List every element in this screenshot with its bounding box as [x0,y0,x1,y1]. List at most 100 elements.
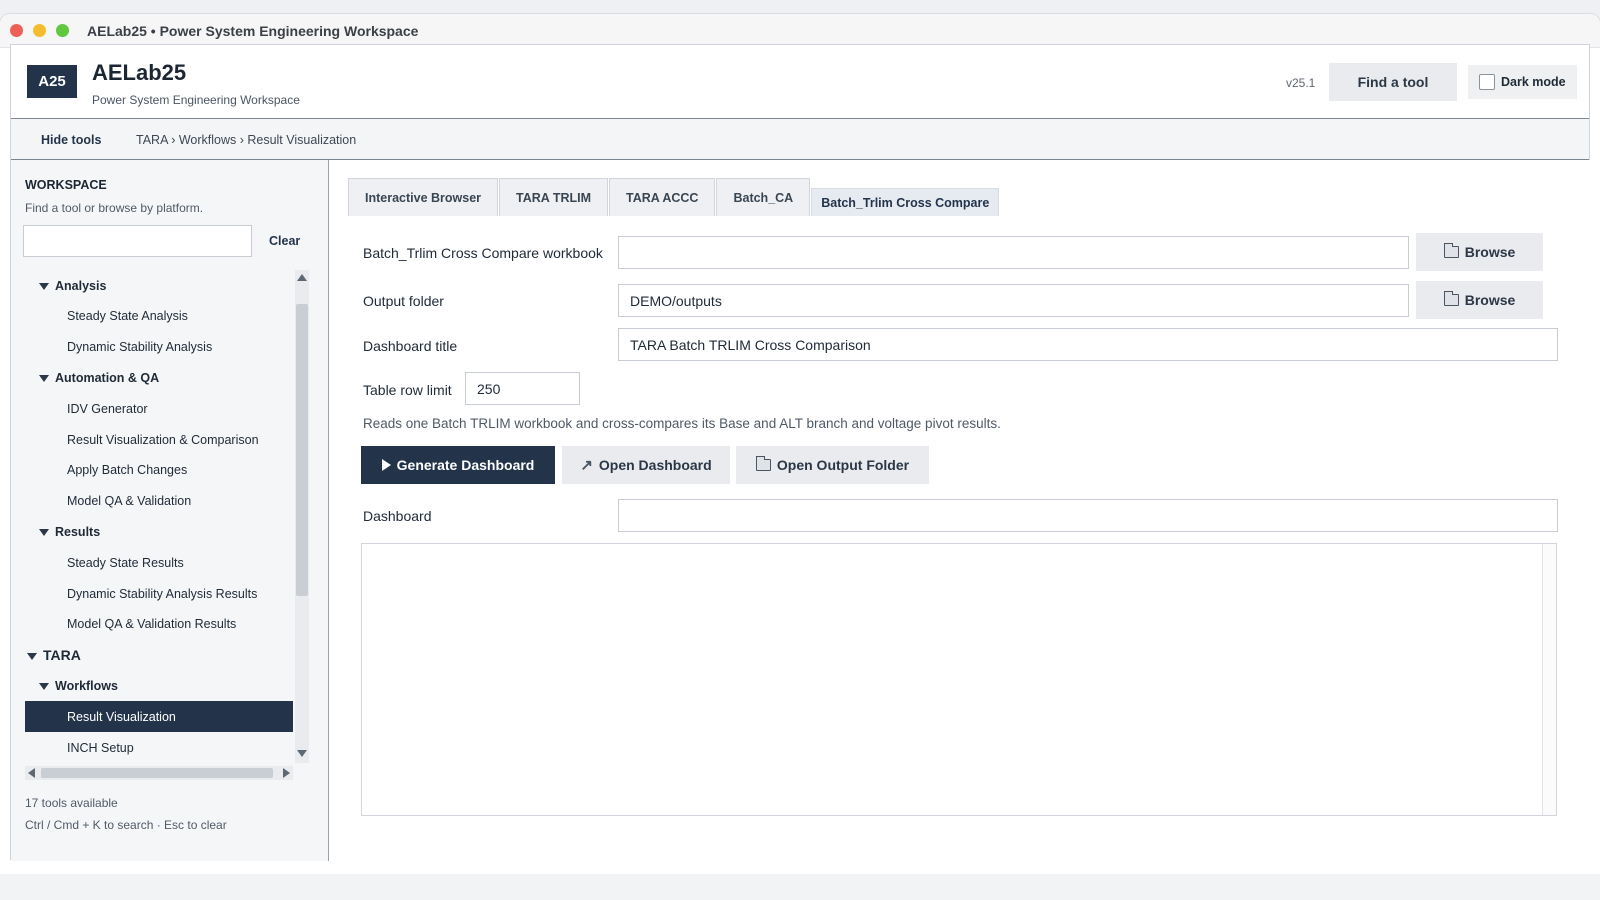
external-link-icon: ↗ [580,457,593,474]
tree-item-group[interactable]: Results [25,516,293,547]
close-window-button[interactable] [10,24,23,37]
expand-triangle-icon[interactable] [27,652,37,660]
tab-tara-trlim[interactable]: TARA TRLIM [499,178,609,216]
dark-mode-label: Dark mode [1501,75,1566,89]
open-dashboard-button[interactable]: ↗ Open Dashboard [562,446,730,484]
dashboard-preview-scrollbar[interactable] [1542,544,1556,815]
tree-item-group[interactable]: Analysis [25,270,293,301]
scroll-left-icon[interactable] [28,768,35,778]
tree-item-tool[interactable]: Result Visualization & Comparison [25,424,293,455]
workbook-label: Batch_Trlim Cross Compare workbook [363,245,603,261]
app-logo: A25 [27,65,77,98]
output-browse-button[interactable]: Browse [1416,281,1543,319]
tree-item-tool[interactable]: Model QA & Validation [25,486,293,517]
tree-item-tool[interactable]: Steady State Analysis [25,301,293,332]
tree-item-label: Automation & QA [55,370,160,385]
tree-horizontal-scrollbar[interactable] [25,766,293,780]
expand-triangle-icon[interactable] [39,683,49,691]
tab-batch-trlim-cross-compare[interactable]: Batch_Trlim Cross Compare [811,188,1000,216]
app-name: AELab25 [92,60,187,85]
tree-item-label: Model QA & Validation [67,494,192,509]
maximize-window-button[interactable] [56,24,69,37]
dark-mode-checkbox[interactable] [1479,74,1495,90]
tree-item-label: TARA [43,647,81,664]
browse-label: Browse [1464,292,1516,308]
tree-item-label: Steady State Analysis [67,309,188,324]
shortcut-hint: Ctrl / Cmd + K to search · Esc to clear [25,818,227,832]
open-folder-label: Open Output Folder [776,457,910,473]
folder-icon [1443,243,1459,258]
tree-item-tool[interactable]: Steady State Results [25,547,293,578]
output-folder-input[interactable] [618,284,1409,317]
scroll-down-icon[interactable] [297,750,307,757]
expand-triangle-icon[interactable] [39,283,49,290]
generate-dashboard-button[interactable]: Generate Dashboard [361,446,555,484]
scroll-right-icon[interactable] [283,768,290,778]
open-output-folder-button[interactable]: Open Output Folder [736,446,929,484]
tree-item-group[interactable]: Automation & QA [25,362,293,393]
dark-mode-toggle[interactable]: Dark mode [1468,65,1577,99]
app-header: A25 AELab25 Power System Engineering Wor… [11,45,1589,119]
window-bottom-edge [0,874,1600,900]
tree-vertical-scrollbar[interactable] [295,270,309,763]
scroll-thumb[interactable] [296,304,308,596]
tree-item-tool[interactable]: IDV Generator [25,393,293,424]
tab-interactive-browser[interactable]: Interactive Browser [348,178,499,216]
tree-item-tool[interactable]: Model QA & Validation Results [25,609,293,640]
tree-item-label: Results [55,524,101,539]
scroll-up-icon[interactable] [297,274,307,281]
tool-tabs: Interactive Browser TARA TRLIM TARA ACCC Ba… [348,178,1000,216]
breadcrumb: TARA › Workflows › Result Visualization [136,133,357,147]
tree-item-label: IDV Generator [67,401,148,416]
tools-count: 17 tools available [25,796,118,810]
play-icon [381,459,391,471]
tree-item-tool[interactable]: INCH Setup [25,732,293,763]
dashboard-title-label: Dashboard title [363,338,458,354]
workbook-browse-button[interactable]: Browse [1416,233,1543,271]
tree-item-label: Result Visualization [67,709,176,724]
tree-item-tool[interactable]: Dynamic Stability Analysis [25,332,293,363]
row-limit-input[interactable] [465,372,580,405]
main-panel: Interactive Browser TARA TRLIM TARA ACCC Ba… [330,160,1590,861]
tree-item-group[interactable]: TARA [25,640,293,671]
dashboard-label: Dashboard [363,508,432,524]
tree-item-label: Analysis [55,278,107,293]
workbook-input[interactable] [618,236,1409,269]
find-tool-button[interactable]: Find a tool [1329,63,1457,101]
tab-tara-accc[interactable]: TARA ACCC [609,178,716,216]
tree-item-label: Dynamic Stability Analysis [67,340,213,355]
dashboard-preview[interactable] [361,543,1557,816]
folder-icon [1443,291,1459,306]
tree-item-tool[interactable]: Result Visualization [25,701,293,733]
breadcrumb-bar: Hide tools TARA › Workflows › Result Vis… [11,119,1589,160]
output-folder-label: Output folder [363,293,444,309]
hide-tools-button[interactable]: Hide tools [41,133,101,147]
hscroll-thumb[interactable] [41,768,273,778]
tab-batch-ca[interactable]: Batch_CA [716,178,811,216]
tree-item-tool[interactable]: Apply Batch Changes [25,455,293,486]
tree-item-tool[interactable]: Dynamic Stability Analysis Results [25,578,293,609]
expand-triangle-icon[interactable] [39,375,49,383]
sidebar-title: WORKSPACE [25,178,107,192]
tool-search-input[interactable] [23,225,252,257]
tree-item-label: INCH Setup [67,740,134,755]
dashboard-title-input[interactable] [618,328,1558,361]
row-limit-label: Table row limit [363,382,452,398]
minimize-window-button[interactable] [33,24,46,37]
dashboard-path-input[interactable] [618,499,1558,532]
window-title: AELab25 • Power System Engineering Works… [87,22,419,39]
app-subtitle: Power System Engineering Workspace [92,93,300,107]
generate-label: Generate Dashboard [396,457,535,473]
tree-item-label: Result Visualization & Comparison [67,432,259,447]
tree-item-group[interactable]: Workflows [25,670,293,701]
sidebar-subtitle: Find a tool or browse by platform. [25,201,204,215]
tool-tree: Analysis Steady State Analysis Dynamic Sta… [25,270,293,763]
open-dashboard-label: Open Dashboard [598,457,712,473]
clear-search-button[interactable]: Clear [269,234,300,248]
expand-triangle-icon[interactable] [39,529,49,537]
tree-item-label: Workflows [55,678,118,693]
tree-item-label: Dynamic Stability Analysis Results [67,586,258,601]
tree-item-label: Model QA & Validation Results [67,617,237,632]
title-bar: AELab25 • Power System Engineering Works… [0,14,1600,48]
window-controls [10,24,69,37]
